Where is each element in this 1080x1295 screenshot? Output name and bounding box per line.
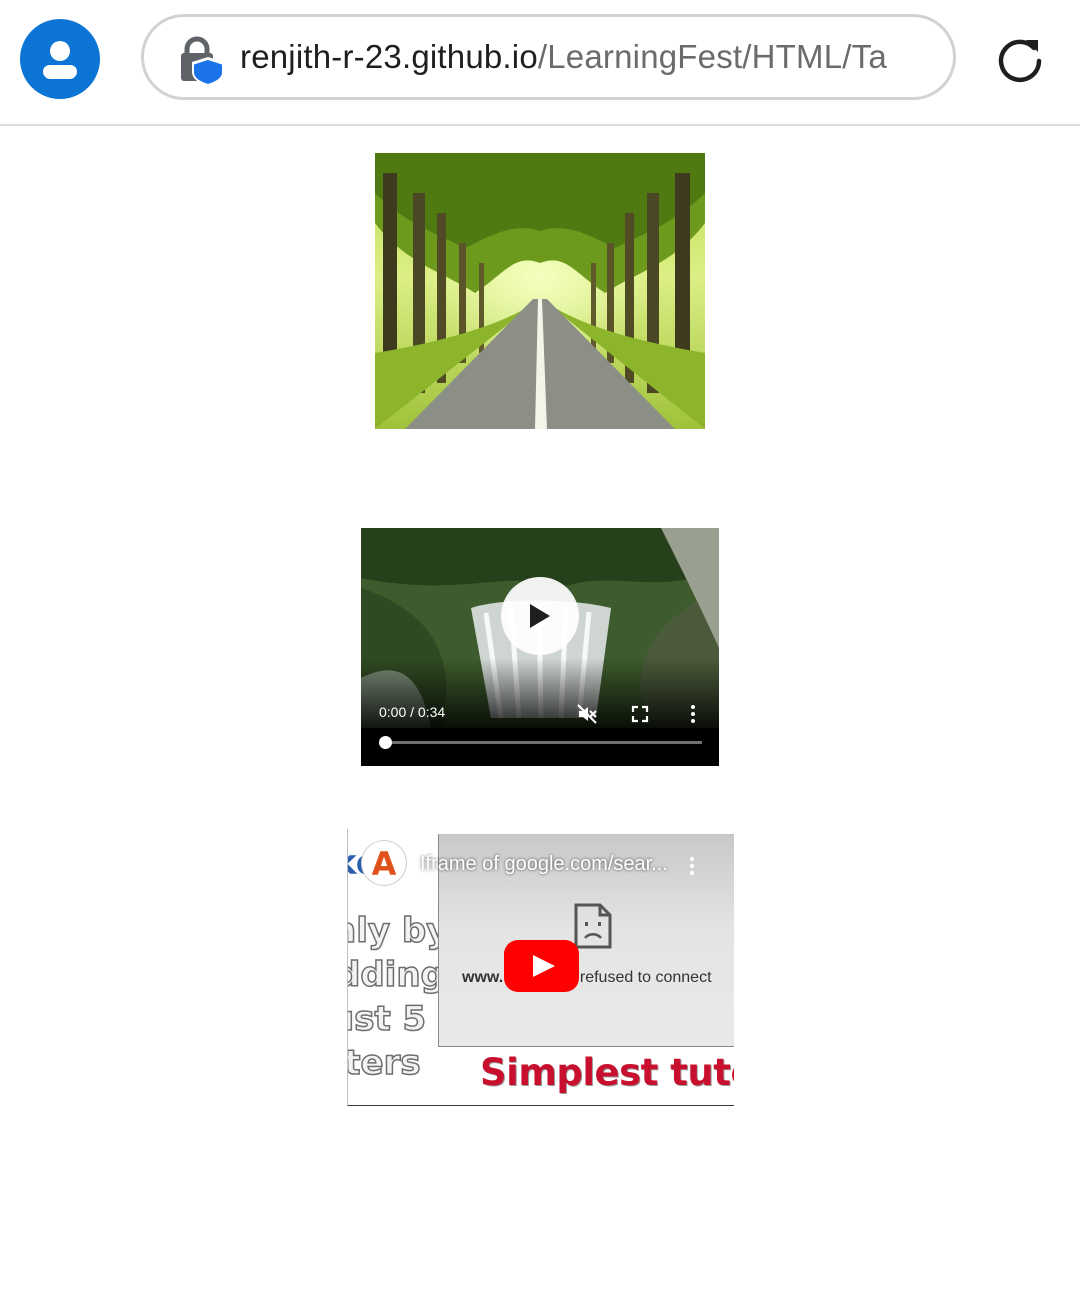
avatar-body: [43, 65, 77, 79]
more-vert-icon[interactable]: [683, 704, 703, 724]
thumbnail-text-line-4: ust 5: [348, 998, 427, 1040]
thumbnail-text-line-3: dding: [348, 954, 446, 996]
video-player[interactable]: 0:00 / 0:34: [361, 528, 719, 766]
channel-initial: A: [371, 845, 397, 883]
channel-logo[interactable]: A: [362, 841, 406, 885]
profile-avatar-icon[interactable]: [20, 19, 100, 99]
address-bar[interactable]: renjith-r-23.github.io/LearningFest/HTML…: [141, 14, 956, 100]
fullscreen-icon[interactable]: [630, 704, 650, 724]
tree-lined-road-image: [375, 153, 705, 429]
tutorial-text: Simplest tutori: [480, 1051, 734, 1094]
refused-domain-start: www.: [462, 969, 504, 986]
video-title[interactable]: Iframe of google.com/sear...: [420, 853, 668, 876]
thumbnail-text-line-2: nly by: [348, 910, 449, 952]
browser-toolbar: renjith-r-23.github.io/LearningFest/HTML…: [0, 0, 1080, 126]
video-time: 0:00 / 0:34: [379, 704, 446, 720]
broken-page-icon: [574, 903, 612, 949]
youtube-play-icon[interactable]: [504, 940, 579, 992]
thumbnail-text-line-5: tters: [348, 1042, 421, 1084]
lock-shield-icon[interactable]: [178, 35, 228, 85]
play-icon: [530, 604, 550, 628]
muted-icon[interactable]: [577, 704, 597, 724]
reload-icon[interactable]: [994, 34, 1046, 86]
url-text[interactable]: renjith-r-23.github.io/LearningFest/HTML…: [240, 17, 887, 97]
refused-message: www.m refused to connect: [462, 969, 712, 987]
url-path: /LearningFest/HTML/Ta: [537, 38, 887, 75]
avatar-head: [50, 41, 70, 61]
more-vert-icon[interactable]: [686, 856, 698, 876]
url-host: renjith-r-23.github.io: [240, 38, 538, 75]
play-button[interactable]: [501, 577, 579, 655]
seek-knob[interactable]: [379, 736, 392, 749]
refused-text: refused to connect: [575, 969, 712, 986]
youtube-embed[interactable]: ke ! nly by dding ust 5 tters www.m refu…: [347, 829, 734, 1106]
road-photo: [375, 153, 705, 429]
seek-bar[interactable]: [385, 741, 702, 744]
